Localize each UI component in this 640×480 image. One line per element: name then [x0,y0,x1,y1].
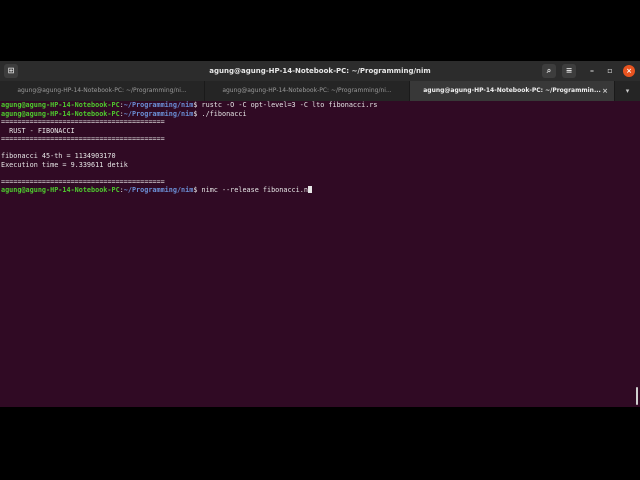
tab-3-active[interactable]: agung@agung-HP-14-Notebook-PC: ~/Program… [410,81,615,101]
terminal-output[interactable]: agung@agung-HP-14-Notebook-PC:~/Programm… [0,101,635,407]
close-tab-icon[interactable]: × [602,81,608,101]
prompt-path: ~/Programming/nim [123,109,194,118]
output-line: fibonacci 45-th = 1134903170 [1,152,116,160]
output-line: ======================================== [1,135,165,143]
command-text: nimc --release fibonacci.n [197,186,308,194]
output-line: Execution time = 9.339611 detik [1,160,128,169]
output-line: ======================================== [1,118,165,126]
terminal-line: agung@agung-HP-14-Notebook-PC:~/Programm… [1,109,247,118]
output-line: RUST - FIBONACCI [1,126,75,135]
prompt-path: ~/Programming/nim [123,186,194,194]
output-line: ======================================== [1,177,165,186]
terminal-line: agung@agung-HP-14-Notebook-PC:~/Programm… [1,101,378,109]
terminal-window: ⊞ agung@agung-HP-14-Notebook-PC: ~/Progr… [0,61,640,407]
minimize-button[interactable]: – [586,65,598,77]
hamburger-icon[interactable]: ≡ [562,64,576,78]
scrollbar[interactable] [636,387,638,405]
maximize-button[interactable]: ▫ [604,65,616,77]
prompt-path: ~/Programming/nim [123,101,194,109]
search-icon[interactable]: ⌕ [542,64,556,78]
command-text: rustc -O -C opt-level=3 -C lto fibonacci… [197,101,378,109]
text-cursor [307,186,312,193]
tab-bar: agung@agung-HP-14-Notebook-PC: ~/Program… [0,81,640,101]
tab-menu-button[interactable]: ▾ [615,81,640,101]
tab-2[interactable]: agung@agung-HP-14-Notebook-PC: ~/Program… [205,81,410,101]
terminal-line: agung@agung-HP-14-Notebook-PC:~/Programm… [1,186,635,195]
command-text: ./fibonacci [197,109,247,118]
prompt-user: agung@agung-HP-14-Notebook-PC [1,109,120,118]
tab-1[interactable]: agung@agung-HP-14-Notebook-PC: ~/Program… [0,81,205,101]
tab-label: agung@agung-HP-14-Notebook-PC: ~/Program… [423,87,601,94]
tab-label: agung@agung-HP-14-Notebook-PC: ~/Program… [222,87,392,94]
close-button[interactable]: × [623,65,635,77]
prompt-user: agung@agung-HP-14-Notebook-PC [1,101,120,109]
tab-label: agung@agung-HP-14-Notebook-PC: ~/Program… [17,87,187,94]
title-bar: ⊞ agung@agung-HP-14-Notebook-PC: ~/Progr… [0,61,640,81]
prompt-user: agung@agung-HP-14-Notebook-PC [1,186,120,194]
